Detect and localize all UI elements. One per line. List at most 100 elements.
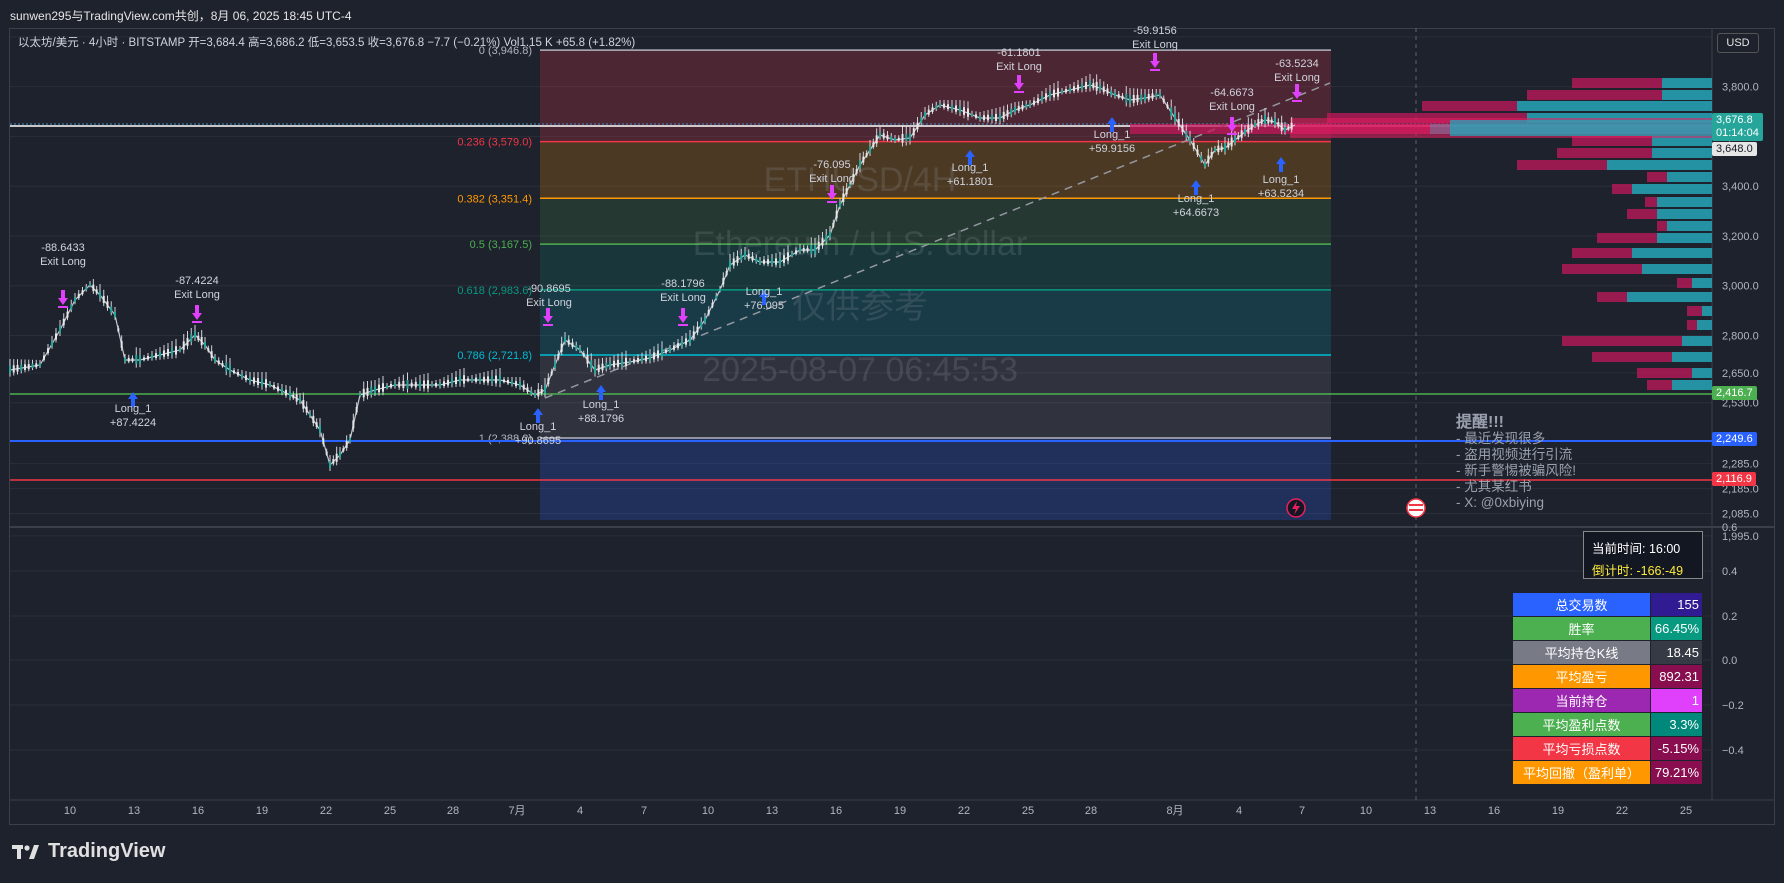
candle-body [135,354,138,364]
candle-body [673,345,675,350]
candle-body [117,328,120,332]
candle-body [427,380,429,389]
candle-body [1025,103,1028,108]
candle-body [802,247,805,252]
candle-body [1264,115,1266,124]
candle-body [386,385,388,389]
candle-body [1125,93,1128,103]
candle-body [85,286,88,291]
stats-row: 总交易数 155 [1512,592,1703,617]
candle-body [1010,108,1013,115]
candle-body [736,256,739,263]
candle-body [214,357,216,362]
candle-body [722,277,725,285]
exit-signal-name: Exit Long [526,297,572,309]
price-axis-tick: 3,200.0 [1722,231,1759,243]
candle-body [221,363,224,367]
candle-body [637,358,639,363]
volume-profile-up-bar [1672,380,1712,390]
candle-body [1174,113,1176,122]
candle-body [995,114,997,121]
candle-body [1155,93,1158,98]
candle-body [1049,91,1051,98]
volume-profile-up-bar [1692,368,1712,378]
volume-profile-up-bar [1517,101,1712,111]
stats-value: 155 [1650,592,1703,617]
candle-body [677,343,679,349]
candle-body [1220,146,1223,151]
candle-body [1166,104,1169,108]
candle-body [783,255,785,263]
candle-body [939,103,941,107]
candle-body [467,378,469,382]
current-time-row: 当前时间: 16:00 [1592,538,1680,557]
candle-body [95,289,98,294]
candle-body [329,461,331,468]
candle-body [845,188,848,195]
candle-body [575,345,578,350]
candle-body [159,351,161,358]
price-axis-tick: 2,085.0 [1722,508,1759,520]
exit-signal-name: Exit Long [40,256,86,268]
stats-value: -5.15% [1650,736,1703,761]
stats-value: 18.45 [1650,640,1703,665]
time-axis-tick: 25 [1680,805,1692,817]
candle-body [665,350,667,353]
candle-body [143,357,145,361]
candle-body [530,390,533,395]
candle-body [423,380,425,389]
candle-body [534,393,536,397]
candle-body [775,258,777,265]
candle-body [865,153,868,157]
candle-body [1189,136,1191,143]
candle-body [1092,83,1095,89]
candle-body [1144,94,1146,101]
candle-body [810,244,813,254]
candle-body [124,357,126,362]
candle-body [499,375,501,384]
exit-signal-pnl: -88.6433 [41,242,84,254]
candle-body [835,210,838,219]
candle-body [319,425,321,434]
stats-value: 1 [1650,688,1703,713]
volume-profile-down-bar [1687,306,1702,316]
candle-body [661,348,663,357]
candle-body [179,348,181,352]
candle-body [1200,156,1203,161]
candle-body [931,107,934,112]
stats-label: 平均盈利点数 [1512,712,1651,737]
fib-level-label: 0.236 (3,579.0) [457,137,532,149]
exit-signal-name: Exit Long [809,173,855,185]
candle-body [582,353,585,357]
candle-body [696,326,699,333]
volume-profile-down-bar [1557,148,1652,158]
candle-body [905,133,908,143]
candle-body [747,253,750,259]
volume-profile-down-bar [1527,90,1662,100]
candle-body [443,381,445,387]
time-axis-tick: 16 [830,805,842,817]
candle-body [704,317,706,323]
tradingview-logo[interactable]: TradingView [12,840,165,863]
stats-label: 当前持仓 [1512,688,1651,713]
candle-body [943,103,945,108]
candle-body [487,376,489,383]
candle-body [507,380,509,384]
currency-selector[interactable]: USD [1717,33,1759,53]
candle-body [9,365,11,374]
candle-body [106,301,109,308]
us-flag-stripe-icon [1409,504,1423,506]
exit-signal-pnl: -61.1801 [997,47,1040,59]
candle-body [657,350,659,359]
candle-body [901,134,904,143]
candle-body [791,253,793,256]
candle-body [463,375,465,384]
candle-body [339,451,341,458]
candle-body [872,142,875,147]
candle-body [1073,86,1075,92]
exit-signal-pnl: -76.095 [813,159,850,171]
candle-body [544,385,546,394]
candle-body [175,346,177,355]
candle-body [1045,93,1047,100]
candle-body [1274,118,1276,125]
